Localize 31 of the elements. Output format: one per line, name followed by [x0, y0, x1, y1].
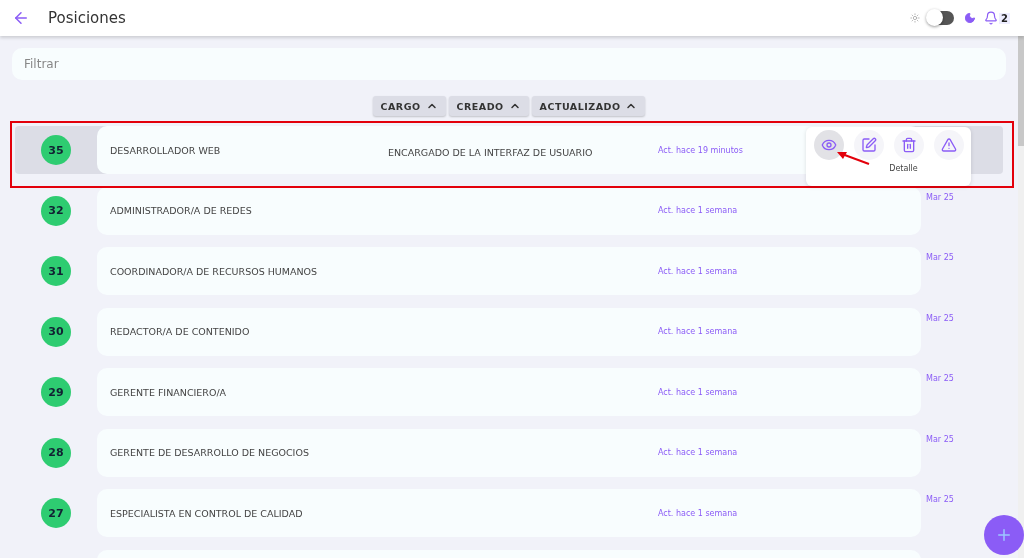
updated-time: Act. hace 1 semana [658, 266, 739, 276]
updated-time: Act. hace 1 semana [658, 387, 739, 397]
position-name: REDACTOR/A DE CONTENIDO [110, 326, 251, 337]
created-date: Mar 25 [926, 192, 954, 202]
updated-time: Act. hace 1 semana [658, 508, 739, 518]
position-name: ADMINISTRADOR/A DE REDES [110, 205, 253, 216]
number-badge: 35 [41, 135, 71, 165]
number-badge: 32 [41, 195, 71, 226]
position-description: ENCARGADO DE LA INTERFAZ DE USUARIO [388, 146, 593, 158]
created-date: Mar 25 [926, 374, 954, 383]
created-date: Mar 25 [926, 253, 954, 262]
created-date: Mar 25 [926, 313, 954, 323]
detail-label: Detalle [889, 164, 918, 173]
number-badge: 28 [41, 437, 71, 468]
number-badge: 31 [41, 256, 71, 286]
position-name: GERENTE FINANCIERO/A [110, 386, 228, 398]
position-name: GERENTE DE DESARROLLO DE NEGOCIOS [110, 447, 310, 458]
number-badge: 29 [41, 377, 71, 407]
updated-time: Act. hace 1 semana [658, 206, 739, 215]
number-badge: 30 [41, 316, 71, 347]
position-name: DESARROLLADOR WEB [110, 144, 222, 156]
position-name: COORDINADOR/A DE RECURSOS HUMANOS [110, 265, 319, 277]
updated-time: Act. hace 19 minutos [658, 145, 744, 155]
number-badge: 27 [41, 498, 71, 528]
page-title: Posiciones [48, 9, 127, 27]
created-date: Mar 25 [926, 495, 954, 504]
notification-count: 2 [999, 12, 1010, 24]
position-name: ESPECIALISTA EN CONTROL DE CALIDAD [110, 507, 304, 519]
created-date: Mar 25 [926, 434, 954, 444]
updated-time: Act. hace 1 semana [658, 448, 739, 457]
updated-time: Act. hace 1 semana [658, 327, 739, 336]
